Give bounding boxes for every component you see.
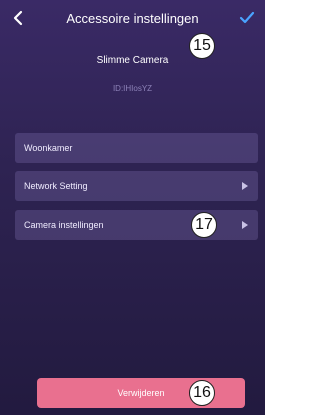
network-setting-row[interactable]: Network Setting <box>15 171 258 201</box>
room-label: Woonkamer <box>24 143 73 153</box>
chevron-right-icon <box>242 221 248 229</box>
confirm-button[interactable] <box>235 6 259 30</box>
device-id: ID:IHIosYZ <box>112 84 153 93</box>
accessory-settings-screen: Accessoire instellingen 15 Slimme Camera… <box>0 0 265 415</box>
callout-16: 16 <box>189 380 215 406</box>
room-row[interactable]: Woonkamer <box>15 133 258 163</box>
header-bar: Accessoire instellingen <box>0 0 265 40</box>
chevron-left-icon <box>13 10 23 26</box>
delete-label: Verwijderen <box>117 388 165 398</box>
page-title: Accessoire instellingen <box>66 11 199 26</box>
check-icon <box>239 11 255 24</box>
chevron-right-icon <box>242 182 248 190</box>
callout-17: 17 <box>191 212 217 238</box>
network-setting-label: Network Setting <box>24 181 88 191</box>
back-button[interactable] <box>6 6 30 30</box>
camera-settings-label: Camera instellingen <box>24 220 104 230</box>
camera-settings-row[interactable]: Camera instellingen <box>15 210 258 240</box>
device-name: Slimme Camera <box>96 55 169 66</box>
